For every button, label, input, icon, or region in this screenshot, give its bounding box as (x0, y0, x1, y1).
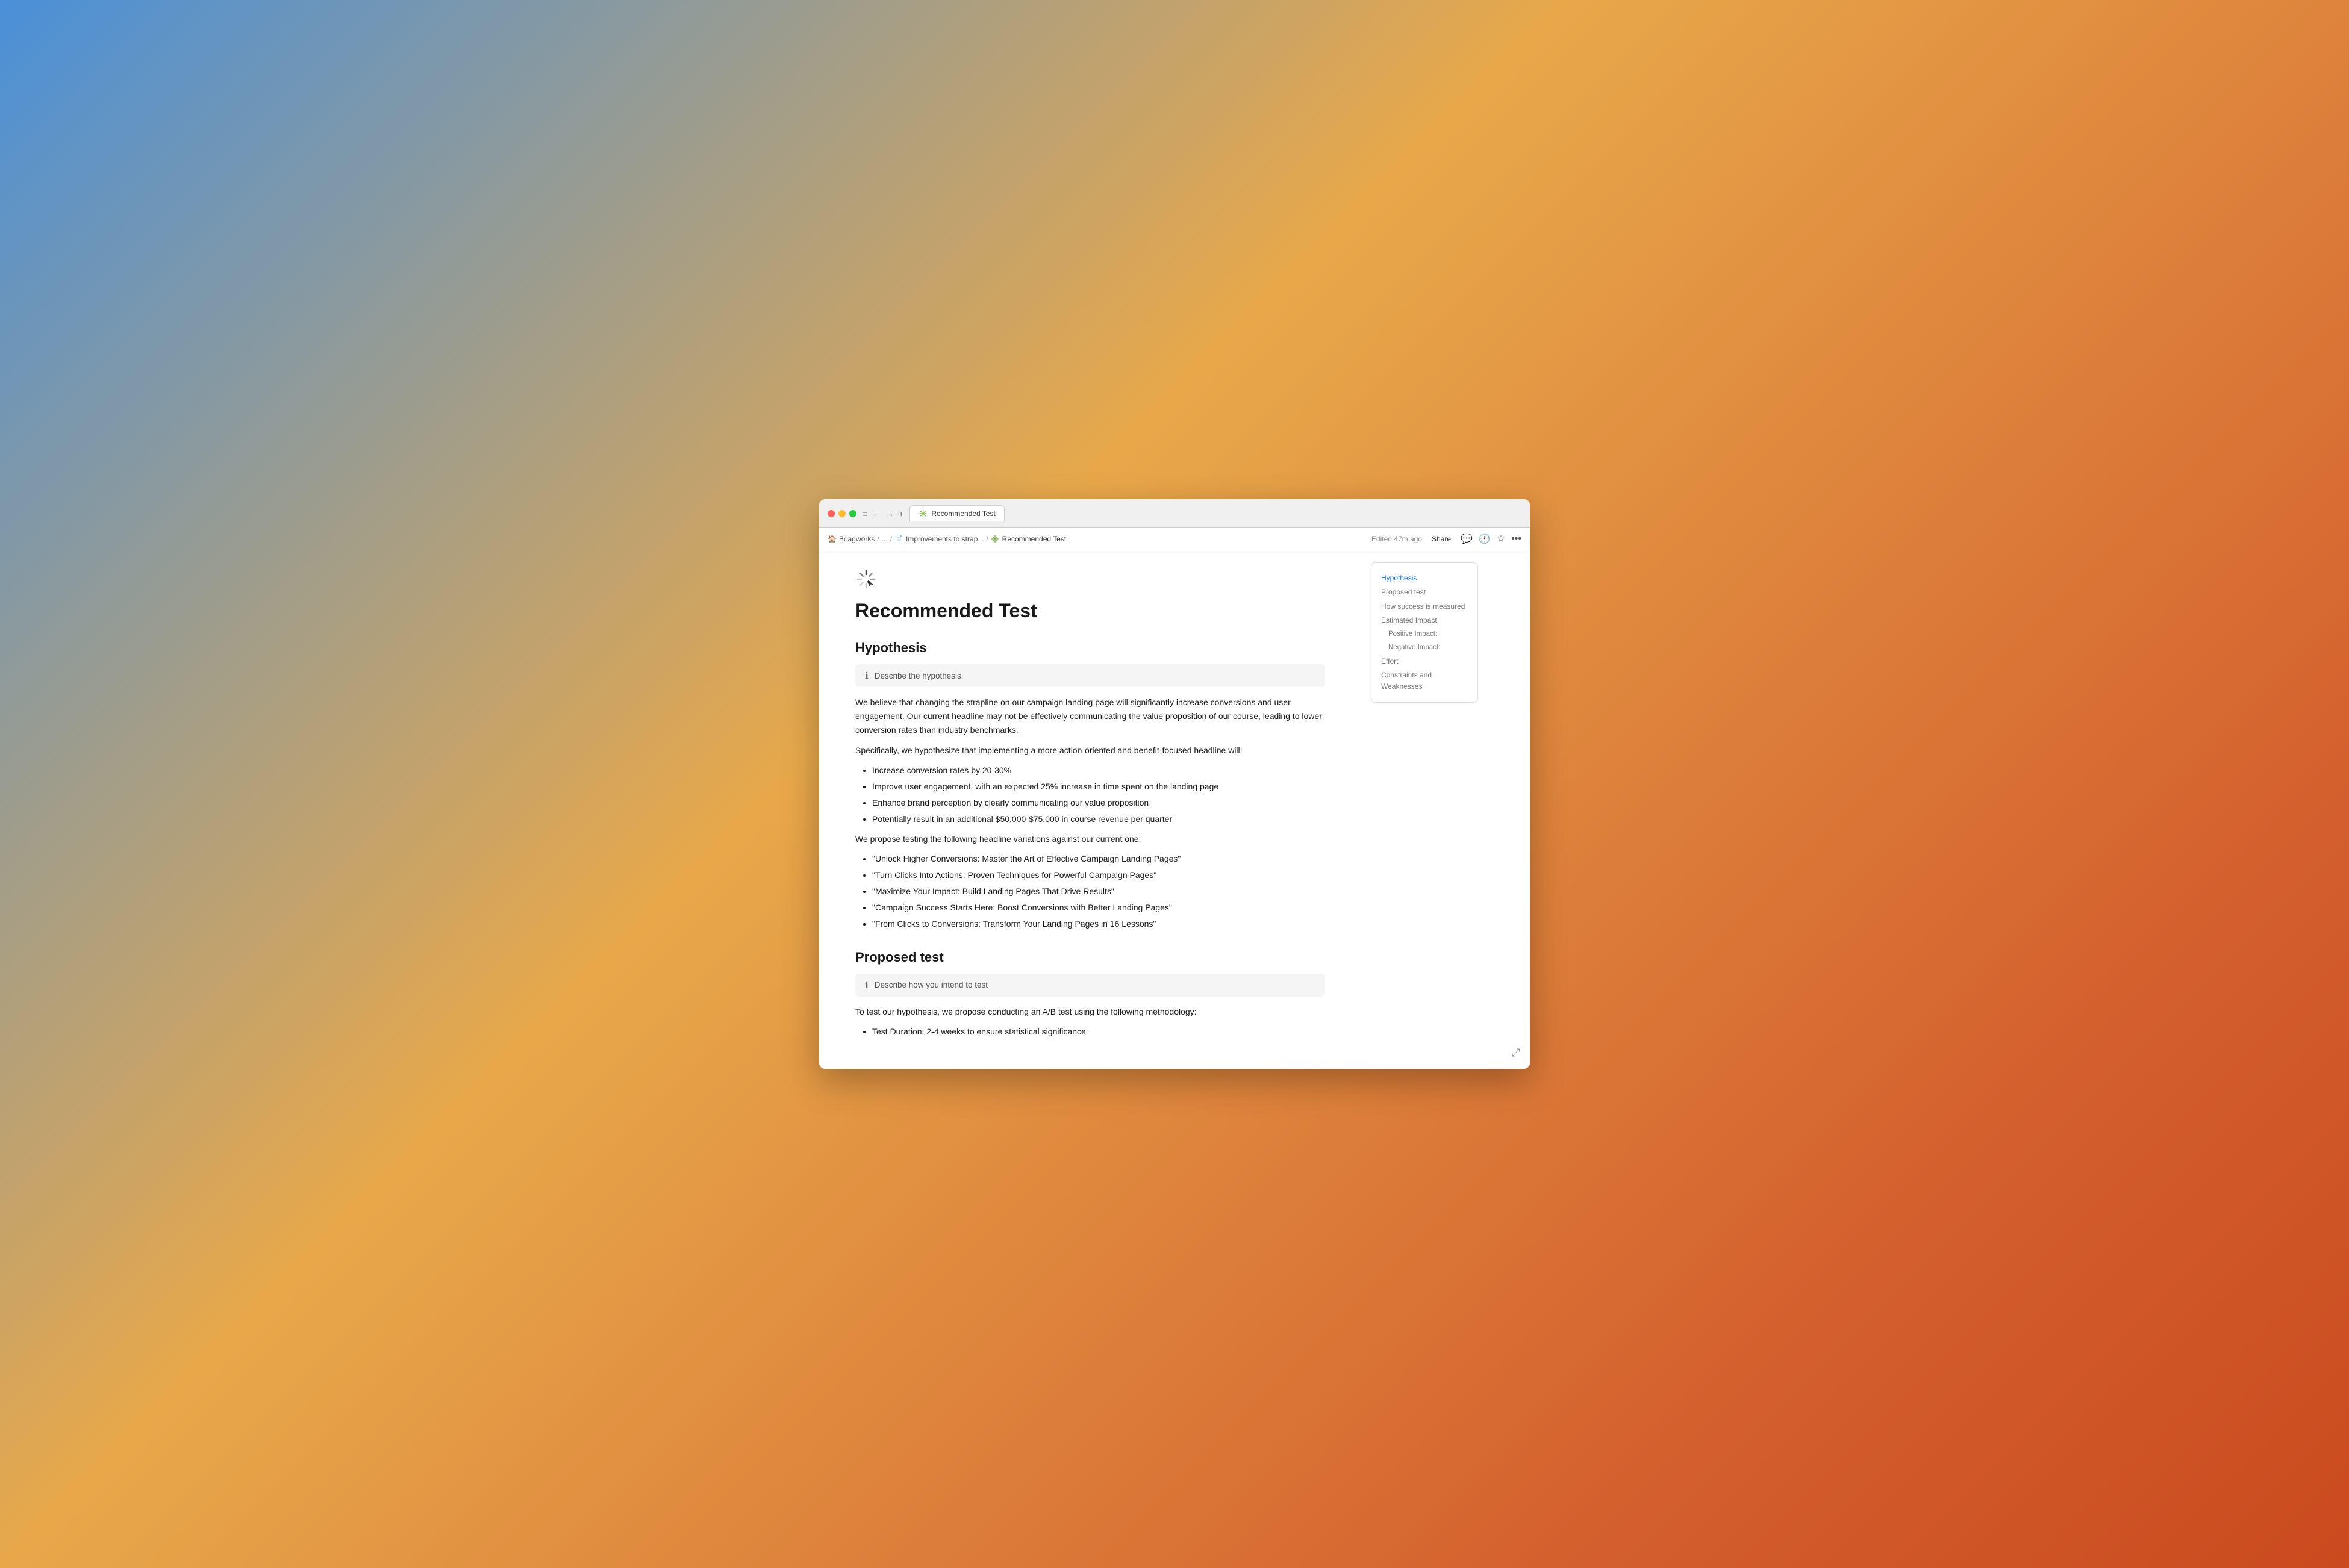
proposed-test-heading: Proposed test (855, 950, 1325, 965)
back-icon[interactable]: ← (872, 509, 881, 518)
star-icon[interactable]: ☆ (1497, 533, 1505, 545)
hypothesis-paragraph-3: We propose testing the following headlin… (855, 832, 1325, 846)
breadcrumb-sep-1: / (877, 535, 879, 543)
list-item: "From Clicks to Conversions: Transform Y… (872, 917, 1325, 931)
comment-icon[interactable]: 💬 (1461, 533, 1473, 545)
hypothesis-bullets-1: Increase conversion rates by 20-30% Impr… (872, 764, 1325, 826)
breadcrumb-item-improvements[interactable]: 📄 Improvements to strap... (894, 535, 984, 543)
hypothesis-paragraph-2: Specifically, we hypothesize that implem… (855, 744, 1325, 758)
toc-box: Hypothesis Proposed test How success is … (1371, 562, 1478, 703)
list-item: Enhance brand perception by clearly comm… (872, 796, 1325, 810)
toc-item-effort[interactable]: Effort (1381, 655, 1468, 668)
breadcrumb-ellipsis[interactable]: ... (882, 535, 888, 543)
traffic-light-red[interactable] (828, 510, 835, 517)
tab-title: Recommended Test (931, 509, 996, 518)
list-item: "Campaign Success Starts Here: Boost Con… (872, 901, 1325, 915)
loading-cursor-icon (855, 568, 877, 590)
hypothesis-hint-text: Describe the hypothesis. (875, 671, 964, 680)
traffic-light-yellow[interactable] (838, 510, 846, 517)
toc-item-how-success[interactable]: How success is measured (1381, 600, 1468, 614)
breadcrumb: 🏠 Boagworks / ... / 📄 Improvements to st… (828, 535, 1066, 543)
toc-item-proposed-test[interactable]: Proposed test (1381, 585, 1468, 599)
sidebar-toggle-icon[interactable]: ≡ (863, 509, 867, 518)
hint-info-icon: ℹ (865, 670, 869, 681)
list-item: "Turn Clicks Into Actions: Proven Techni… (872, 868, 1325, 882)
toc-item-negative-impact[interactable]: Negative Impact: (1381, 641, 1468, 654)
browser-window: ≡ ← → + ✳️ Recommended Test 🏠 Boagworks … (819, 499, 1530, 1069)
browser-titlebar: ≡ ← → + ✳️ Recommended Test (819, 499, 1530, 528)
proposed-test-hint-box: ℹ Describe how you intend to test (855, 974, 1325, 997)
toc-item-constraints[interactable]: Constraints and Weaknesses (1381, 668, 1468, 694)
list-item: Potentially result in an additional $50,… (872, 812, 1325, 826)
new-tab-icon[interactable]: + (899, 509, 903, 518)
hint-info-icon-2: ℹ (865, 980, 869, 991)
hypothesis-bullets-2: "Unlock Higher Conversions: Master the A… (872, 852, 1325, 931)
edited-label: Edited 47m ago (1371, 535, 1422, 543)
toolbar-right: Edited 47m ago Share 💬 🕐 ☆ ••• (1371, 533, 1521, 545)
breadcrumb-improvements-label: Improvements to strap... (906, 535, 984, 543)
traffic-lights (828, 510, 856, 517)
breadcrumb-item-boagworks[interactable]: 🏠 Boagworks (828, 535, 875, 543)
browser-tab[interactable]: ✳️ Recommended Test (909, 505, 1004, 521)
list-item: Increase conversion rates by 20-30% (872, 764, 1325, 777)
proposed-test-bullets: Test Duration: 2-4 weeks to ensure stati… (872, 1025, 1325, 1039)
hypothesis-heading: Hypothesis (855, 640, 1325, 656)
list-item: Improve user engagement, with an expecte… (872, 780, 1325, 794)
toc-item-positive-impact[interactable]: Positive Impact: (1381, 627, 1468, 641)
list-item: Test Duration: 2-4 weeks to ensure stati… (872, 1025, 1325, 1039)
page-title: Recommended Test (855, 600, 1325, 622)
history-icon[interactable]: 🕐 (1479, 533, 1491, 545)
current-page-icon: ✳️ (991, 535, 1000, 543)
toc-item-hypothesis[interactable]: Hypothesis (1381, 571, 1468, 585)
browser-toolbar: 🏠 Boagworks / ... / 📄 Improvements to st… (819, 528, 1530, 550)
list-item: "Unlock Higher Conversions: Master the A… (872, 852, 1325, 866)
breadcrumb-boagworks-label: Boagworks (839, 535, 875, 543)
hypothesis-hint-box: ℹ Describe the hypothesis. (855, 664, 1325, 687)
proposed-test-hint-text: Describe how you intend to test (875, 980, 988, 989)
tab-page-icon: ✳️ (919, 509, 928, 518)
breadcrumb-item-current[interactable]: ✳️ Recommended Test (991, 535, 1066, 543)
boagworks-icon: 🏠 (828, 535, 837, 543)
forward-icon[interactable]: → (885, 509, 894, 518)
breadcrumb-sep-3: / (986, 535, 988, 543)
list-item: "Maximize Your Impact: Build Landing Pag… (872, 885, 1325, 898)
traffic-light-green[interactable] (849, 510, 856, 517)
breadcrumb-current-label: Recommended Test (1002, 535, 1067, 543)
doc-icon: 📄 (894, 535, 903, 543)
toc-sidebar: Hypothesis Proposed test How success is … (1361, 550, 1488, 1069)
hypothesis-paragraph-1: We believe that changing the strapline o… (855, 695, 1325, 737)
breadcrumb-sep-2: / (890, 535, 892, 543)
toc-item-estimated-impact[interactable]: Estimated Impact (1381, 614, 1468, 627)
browser-controls: ≡ ← → + (863, 509, 903, 518)
content-area: Recommended Test Hypothesis ℹ Describe t… (819, 550, 1530, 1069)
proposed-test-paragraph-1: To test our hypothesis, we propose condu… (855, 1005, 1325, 1019)
more-options-icon[interactable]: ••• (1511, 534, 1521, 544)
main-document: Recommended Test Hypothesis ℹ Describe t… (819, 550, 1361, 1069)
share-button[interactable]: Share (1428, 534, 1455, 544)
